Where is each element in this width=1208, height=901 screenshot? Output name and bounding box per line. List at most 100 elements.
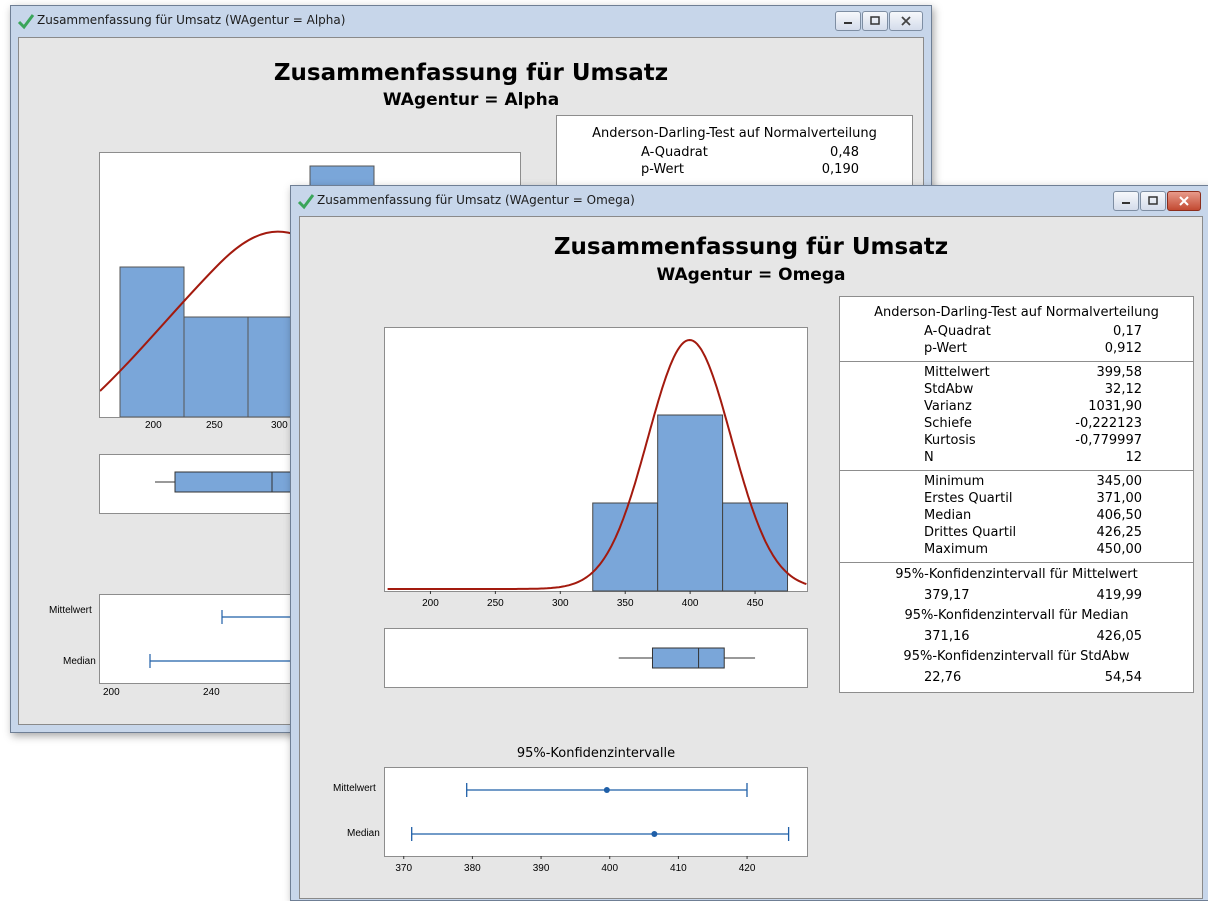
ci-median-low: 371,16 <box>924 629 970 644</box>
omega-heading: Zusammenfassung für Umsatz <box>553 234 949 260</box>
mittelwert-label: Mittelwert <box>924 365 990 380</box>
checkmark-icon <box>297 194 315 210</box>
alpha-bar-1 <box>119 266 185 418</box>
varianz-value: 1031,90 <box>1088 399 1142 414</box>
window-title: Zusammenfassung für Umsatz (WAgentur = A… <box>37 13 346 27</box>
ci-tick-370: 370 <box>395 863 412 874</box>
omega-subheading: WAgentur = Omega <box>656 265 846 285</box>
drittes-quartil-label: Drittes Quartil <box>924 525 1017 540</box>
histogram-bar-2 <box>657 414 724 592</box>
ci-tick-420: 420 <box>739 863 756 874</box>
ci-stdabw-low: 22,76 <box>924 670 962 685</box>
p-wert-value: 0,912 <box>1104 341 1142 356</box>
n-label: N <box>924 450 934 465</box>
minimize-icon <box>1122 202 1130 204</box>
alpha-a-quadrat-label: A-Quadrat <box>641 145 708 160</box>
omega-histogram: 200 250 300 350 400 450 <box>384 327 808 609</box>
minimize-button[interactable] <box>1113 191 1139 211</box>
ci-label-median: Median <box>347 828 380 839</box>
close-button[interactable] <box>889 11 923 31</box>
drittes-quartil-value: 426,25 <box>1096 525 1143 540</box>
close-button[interactable] <box>1167 191 1201 211</box>
omega-client-area: Zusammenfassung für Umsatz WAgentur = Om… <box>299 216 1203 899</box>
ci-stdabw-high: 54,54 <box>1104 670 1142 685</box>
erstes-quartil-value: 371,00 <box>1096 491 1143 506</box>
minimum-value: 345,00 <box>1096 474 1143 489</box>
histogram-tick-350: 350 <box>617 598 634 609</box>
minimum-label: Minimum <box>924 474 985 489</box>
alpha-heading: Zusammenfassung für Umsatz <box>273 60 669 86</box>
checkmark-icon <box>17 14 35 30</box>
omega-boxplot-svg <box>618 647 756 669</box>
close-icon <box>1179 196 1189 206</box>
alpha-subheading: WAgentur = Alpha <box>382 90 560 110</box>
ci-median-estimate <box>651 831 658 837</box>
ci-mean-low: 379,17 <box>924 588 970 603</box>
alpha-ci-label-mittelwert: Mittelwert <box>49 605 92 616</box>
kurtosis-value: -0,779997 <box>1075 433 1142 448</box>
ci-mittelwert-estimate <box>603 787 610 793</box>
alpha-p-wert-value: 0,190 <box>821 162 859 177</box>
stdabw-label: StdAbw <box>924 382 974 397</box>
maximize-button[interactable] <box>1140 191 1166 211</box>
p-wert-label: p-Wert <box>924 341 967 356</box>
alpha-tick-200: 200 <box>145 420 162 431</box>
omega-ad-title: Anderson-Darling-Test auf Normalverteilu… <box>874 305 1159 320</box>
titlebar-alpha[interactable]: Zusammenfassung für Umsatz (WAgentur = A… <box>11 6 931 36</box>
n-value: 12 <box>1125 450 1142 465</box>
window-omega[interactable]: Zusammenfassung für Umsatz (WAgentur = O… <box>290 185 1208 901</box>
omega-ci-svg: 370 380 390 400 410 420 <box>395 783 790 874</box>
omega-stats-box: Anderson-Darling-Test auf Normalverteilu… <box>839 296 1194 693</box>
kurtosis-label: Kurtosis <box>924 433 976 448</box>
stdabw-value: 32,12 <box>1104 382 1142 397</box>
maximum-value: 450,00 <box>1096 542 1143 557</box>
ci-tick-380: 380 <box>464 863 481 874</box>
omega-ci-plot: 370 380 390 400 410 420 <box>384 767 808 874</box>
ci-median-title: 95%-Konfidenzintervall für Median <box>904 608 1129 623</box>
maximum-label: Maximum <box>924 542 989 557</box>
schiefe-value: -0,222123 <box>1075 416 1142 431</box>
ci-label-mittelwert: Mittelwert <box>333 783 376 794</box>
histogram-tick-200: 200 <box>422 598 439 609</box>
ci-stdabw-title: 95%-Konfidenzintervall für StdAbw <box>903 649 1130 664</box>
alpha-tick-300: 300 <box>271 420 288 431</box>
varianz-label: Varianz <box>924 399 972 414</box>
histogram-tick-300: 300 <box>552 598 569 609</box>
ci-tick-410: 410 <box>670 863 687 874</box>
maximize-button[interactable] <box>862 11 888 31</box>
ci-median-high: 426,05 <box>1096 629 1143 644</box>
omega-ci-title: 95%-Konfidenzintervalle <box>516 746 676 761</box>
mittelwert-value: 399,58 <box>1096 365 1143 380</box>
ci-tick-400: 400 <box>601 863 618 874</box>
a-quadrat-label: A-Quadrat <box>924 324 991 339</box>
omega-quantiles-section: Minimum 345,00 Erstes Quartil 371,00 Media… <box>840 471 1193 563</box>
omega-histogram-svg: 200 250 300 350 400 450 <box>387 338 807 609</box>
alpha-bar-2 <box>183 316 249 418</box>
window-title: Zusammenfassung für Umsatz (WAgentur = O… <box>317 193 635 207</box>
erstes-quartil-label: Erstes Quartil <box>924 491 1013 506</box>
omega-moments-section: Mittelwert 399,58 StdAbw 32,12 Varianz 1031… <box>840 362 1193 471</box>
ci-mean-title: 95%-Konfidenzintervall für Mittelwert <box>895 567 1138 582</box>
alpha-a-quadrat-value: 0,48 <box>830 145 859 160</box>
median-value: 406,50 <box>1096 508 1143 523</box>
minimize-button[interactable] <box>835 11 861 31</box>
boxplot-box <box>651 647 725 669</box>
alpha-ci-label-median: Median <box>63 656 96 667</box>
minimize-icon <box>844 22 852 24</box>
ci-mean-high: 419,99 <box>1096 588 1143 603</box>
maximize-icon <box>1148 196 1158 205</box>
omega-ad-section: Anderson-Darling-Test auf Normalverteilu… <box>840 297 1193 362</box>
titlebar-omega[interactable]: Zusammenfassung für Umsatz (WAgentur = O… <box>291 186 1208 216</box>
maximize-icon <box>870 16 880 25</box>
ci-tick-390: 390 <box>533 863 550 874</box>
omega-ci-section: 95%-Konfidenzintervall für Mittelwert 37… <box>840 563 1193 692</box>
close-icon <box>901 16 911 26</box>
histogram-tick-250: 250 <box>487 598 504 609</box>
histogram-tick-450: 450 <box>747 598 764 609</box>
omega-boxplot <box>384 628 808 688</box>
alpha-p-wert-label: p-Wert <box>641 162 684 177</box>
schiefe-label: Schiefe <box>924 416 972 431</box>
alpha-ci-tick-240: 240 <box>203 687 220 698</box>
a-quadrat-value: 0,17 <box>1113 324 1142 339</box>
median-label: Median <box>924 508 972 523</box>
